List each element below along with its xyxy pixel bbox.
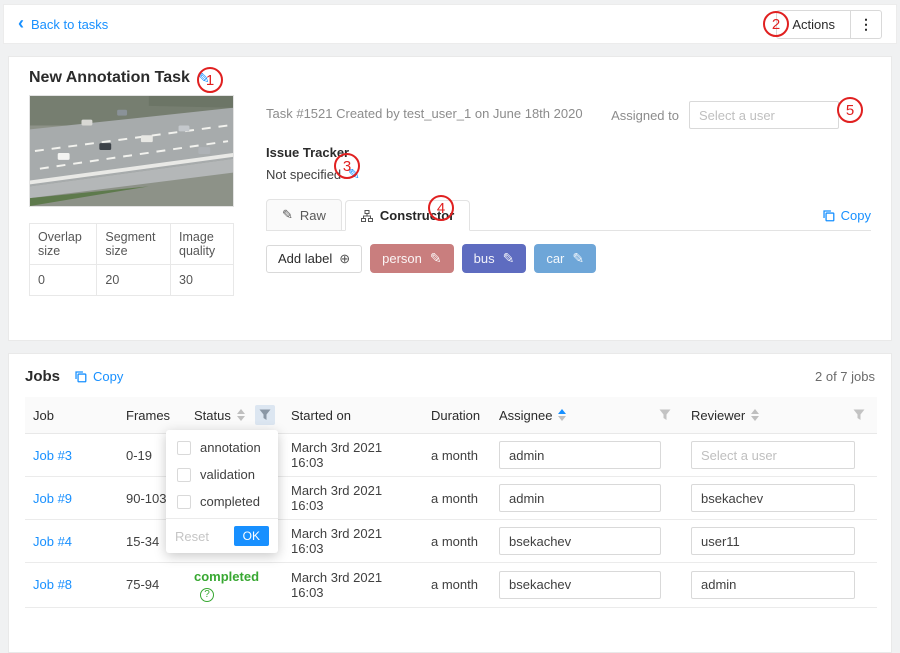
pencil-icon: ✎ <box>282 207 293 223</box>
copy-icon <box>822 209 835 222</box>
filter-option-completed[interactable]: completed <box>166 488 278 515</box>
assignee-input[interactable] <box>499 571 661 599</box>
add-label-button[interactable]: Add label ⊕ <box>266 245 362 273</box>
col-header-duration: Duration <box>423 397 491 434</box>
task-thumbnail <box>29 95 234 207</box>
sort-reviewer[interactable] <box>751 409 759 421</box>
duration-cell: a month <box>423 563 491 608</box>
edit-label-icon[interactable]: ✎ <box>503 250 515 267</box>
filter-reviewer-icon[interactable] <box>849 405 869 425</box>
image-quality-header: Image quality <box>171 224 234 265</box>
table-row: Job #4 15-34 March 3rd 2021 16:03 a mont… <box>25 520 877 563</box>
task-meta: Task #1521 Created by test_user_1 on Jun… <box>266 101 583 121</box>
started-cell: March 3rd 2021 16:03 <box>283 520 423 563</box>
task-params-table: Overlap size Segment size Image quality … <box>29 223 234 296</box>
assignee-input[interactable] <box>499 484 661 512</box>
labels-tabs: ✎ Raw Constructor <box>266 199 871 231</box>
assigned-to-label: Assigned to <box>611 108 679 123</box>
table-row: Job #8 75-94 completed ? March 3rd 2021 … <box>25 563 877 608</box>
more-menu-button[interactable]: ⋮ <box>850 10 882 39</box>
labels-constructor: Add label ⊕ person ✎ bus ✎ car ✎ <box>266 231 871 286</box>
actions-group: Actions ⋮ <box>776 10 882 39</box>
status-badge: completed <box>194 569 259 584</box>
edit-label-icon[interactable]: ✎ <box>572 250 584 267</box>
jobs-title: Jobs <box>25 368 60 385</box>
issue-tracker-value: Not specified <box>266 167 341 182</box>
reviewer-input[interactable] <box>691 571 855 599</box>
frames-cell: 75-94 <box>118 563 186 608</box>
segment-size-value: 20 <box>97 265 171 296</box>
sort-assignee[interactable] <box>558 409 566 421</box>
col-header-status: Status <box>186 397 283 434</box>
duration-cell: a month <box>423 520 491 563</box>
checkbox-completed[interactable] <box>177 495 191 509</box>
label-chip-bus[interactable]: bus ✎ <box>462 244 527 273</box>
reviewer-input[interactable] <box>691 484 855 512</box>
overlap-size-value: 0 <box>30 265 97 296</box>
callout-2: 2 <box>763 11 789 37</box>
filter-option-annotation[interactable]: annotation <box>166 434 278 461</box>
vertical-dots-icon: ⋮ <box>859 16 873 32</box>
status-filter-dropdown: annotation validation completed Reset OK <box>166 430 278 553</box>
task-title: New Annotation Task <box>29 69 190 87</box>
status-cell: completed ? <box>186 563 283 608</box>
duration-cell: a month <box>423 434 491 477</box>
table-row: Job #3 0-19 March 3rd 2021 16:03 a month <box>25 434 877 477</box>
back-to-tasks-link[interactable]: ‹ Back to tasks <box>18 15 108 33</box>
callout-4: 4 <box>428 195 454 221</box>
checkbox-validation[interactable] <box>177 468 191 482</box>
job-link[interactable]: Job #3 <box>33 448 72 463</box>
copy-jobs-button[interactable]: Copy <box>74 369 123 384</box>
reviewer-input[interactable] <box>691 527 855 555</box>
filter-option-validation[interactable]: validation <box>166 461 278 488</box>
callout-3: 3 <box>334 153 360 179</box>
col-header-job: Job <box>25 397 118 434</box>
label-chip-person[interactable]: person ✎ <box>370 244 453 273</box>
callout-1: 1 <box>197 67 223 93</box>
col-header-started: Started on <box>283 397 423 434</box>
col-header-frames: Frames <box>118 397 186 434</box>
image-quality-value: 30 <box>171 265 234 296</box>
started-cell: March 3rd 2021 16:03 <box>283 563 423 608</box>
label-chip-car[interactable]: car ✎ <box>534 244 596 273</box>
duration-cell: a month <box>423 477 491 520</box>
task-right-column: Task #1521 Created by test_user_1 on Jun… <box>236 95 871 296</box>
jobs-count: 2 of 7 jobs <box>815 369 875 384</box>
job-link[interactable]: Job #4 <box>33 534 72 549</box>
jobs-table: Job Frames Status Started on Duration <box>25 397 877 608</box>
checkbox-annotation[interactable] <box>177 441 191 455</box>
callout-5: 5 <box>837 97 863 123</box>
job-link[interactable]: Job #9 <box>33 491 72 506</box>
segment-size-header: Segment size <box>97 224 171 265</box>
started-cell: March 3rd 2021 16:03 <box>283 434 423 477</box>
col-header-reviewer: Reviewer <box>683 397 877 434</box>
plus-circle-icon: ⊕ <box>339 251 350 267</box>
filter-reset-button[interactable]: Reset <box>175 529 209 544</box>
task-left-column: Overlap size Segment size Image quality … <box>29 95 236 296</box>
tab-raw[interactable]: ✎ Raw <box>266 199 342 231</box>
sort-status[interactable] <box>237 409 245 421</box>
jobs-card: Jobs Copy 2 of 7 jobs Job Frames <box>8 353 892 653</box>
started-cell: March 3rd 2021 16:03 <box>283 477 423 520</box>
edit-label-icon[interactable]: ✎ <box>430 250 442 267</box>
job-link[interactable]: Job #8 <box>33 577 72 592</box>
chevron-left-icon: ‹ <box>18 14 24 32</box>
col-header-assignee: Assignee <box>491 397 683 434</box>
filter-ok-button[interactable]: OK <box>234 526 269 546</box>
filter-status-icon[interactable] <box>255 405 275 425</box>
assignee-input[interactable] <box>499 441 661 469</box>
reviewer-input[interactable] <box>691 441 855 469</box>
overlap-size-header: Overlap size <box>30 224 97 265</box>
filter-assignee-icon[interactable] <box>655 405 675 425</box>
assignee-input[interactable] <box>499 527 661 555</box>
table-row: Job #9 90-103 March 3rd 2021 16:03 a mon… <box>25 477 877 520</box>
back-to-tasks-label: Back to tasks <box>31 17 108 32</box>
copy-labels-button[interactable]: Copy <box>822 208 871 223</box>
task-assignee-input[interactable] <box>689 101 839 129</box>
copy-icon <box>74 370 87 383</box>
constructor-icon <box>361 210 373 222</box>
